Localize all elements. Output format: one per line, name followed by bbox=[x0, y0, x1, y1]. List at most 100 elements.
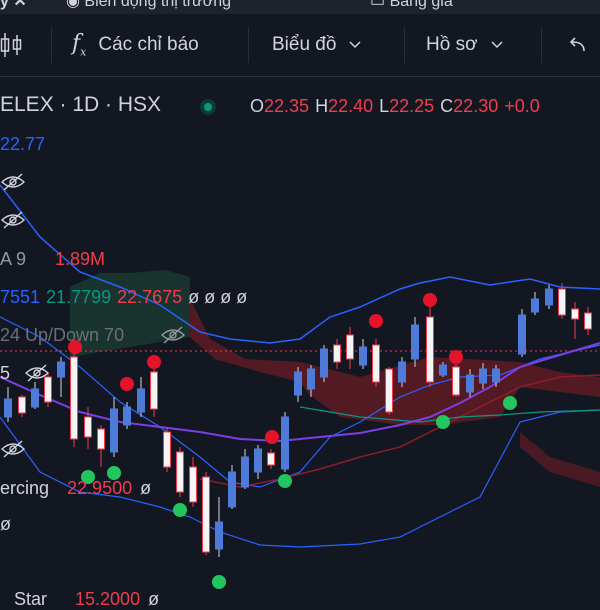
candlestick bbox=[545, 285, 553, 309]
candle-body bbox=[123, 406, 131, 426]
candlestick bbox=[123, 402, 131, 429]
eye-off-icon[interactable] bbox=[0, 172, 26, 192]
candle-body bbox=[333, 344, 341, 363]
candlestick bbox=[202, 472, 210, 555]
indicators-button[interactable]: fx Các chỉ báo bbox=[72, 14, 199, 76]
candle-body bbox=[466, 374, 474, 393]
candlestick bbox=[281, 412, 289, 472]
indicators-label: Các chỉ báo bbox=[98, 34, 199, 55]
profile-menu-label: Hồ sơ bbox=[426, 34, 478, 55]
chevron-down-icon bbox=[349, 41, 361, 49]
chart-area[interactable]: ELEX · 1D · HSX O22.35 H22.40 L22.25 C22.30… bbox=[0, 77, 600, 609]
piercing-na: ø bbox=[140, 478, 152, 498]
candlestick bbox=[359, 339, 367, 369]
tab-active[interactable]: y ✕ bbox=[0, 0, 27, 11]
ichimoku-cloud-red-low bbox=[520, 432, 600, 487]
candlestick bbox=[531, 292, 539, 315]
ma-value: 22.77 bbox=[0, 134, 46, 154]
candle-body bbox=[492, 368, 500, 383]
profile-menu-button[interactable]: Hồ sơ bbox=[426, 14, 504, 76]
sell-signal-dot bbox=[120, 377, 134, 391]
candle-body bbox=[307, 368, 315, 390]
candlestick bbox=[110, 397, 118, 457]
candlestick bbox=[97, 425, 105, 467]
indicator-marker: ø bbox=[0, 514, 11, 534]
candlestick bbox=[346, 327, 354, 369]
bb-value-3: 22.7675 bbox=[117, 287, 183, 307]
candlestick bbox=[411, 317, 419, 367]
sell-signal-dot bbox=[147, 355, 161, 369]
chart-type-button[interactable] bbox=[0, 14, 24, 76]
candle-body bbox=[163, 431, 171, 468]
high-value: 22.40 bbox=[328, 96, 374, 116]
candlestick bbox=[228, 465, 236, 509]
candle-body bbox=[228, 471, 236, 508]
candlestick bbox=[385, 367, 393, 415]
sell-signal-dot bbox=[449, 350, 463, 364]
candle-body bbox=[571, 308, 579, 320]
candlestick bbox=[4, 387, 12, 422]
candlestick bbox=[426, 305, 434, 387]
chart-toolbar: fx Các chỉ báo Biểu đồ Hồ sơ bbox=[0, 14, 600, 77]
piercing-value: 22.9500 bbox=[67, 478, 133, 498]
eye-off-icon[interactable] bbox=[0, 439, 26, 459]
low-value: 22.25 bbox=[389, 96, 435, 116]
candle-body bbox=[57, 361, 65, 378]
change-value: +0.0 bbox=[504, 96, 540, 116]
sell-signal-dot bbox=[265, 430, 279, 444]
candle-body bbox=[584, 312, 592, 330]
candle-body bbox=[320, 348, 328, 378]
bb-na: ø ø ø ø bbox=[188, 287, 248, 307]
function-icon: fx bbox=[72, 31, 87, 59]
toolbar-divider bbox=[51, 27, 52, 63]
candle-body bbox=[439, 364, 447, 376]
candle-body bbox=[18, 396, 26, 414]
candle-body bbox=[346, 334, 354, 360]
candlestick bbox=[241, 449, 249, 489]
eye-off-icon[interactable] bbox=[160, 325, 186, 345]
close-label: C bbox=[440, 96, 454, 116]
candle-body bbox=[359, 346, 367, 366]
candle-body bbox=[150, 371, 158, 410]
candlestick bbox=[189, 457, 197, 507]
candlestick bbox=[518, 309, 526, 357]
chart-menu-button[interactable]: Biểu đồ bbox=[272, 14, 362, 76]
piercing-legend: ercing 22.9500 ø bbox=[0, 478, 151, 499]
candlestick bbox=[163, 427, 171, 472]
candle-body bbox=[518, 314, 526, 355]
candle-body bbox=[215, 521, 223, 550]
toolbar-divider bbox=[404, 27, 405, 63]
candle-body bbox=[411, 324, 419, 360]
candlestick bbox=[333, 339, 341, 369]
tab-market-movers[interactable]: ◉ Biến động thị trường bbox=[66, 0, 231, 11]
candlestick bbox=[31, 382, 39, 409]
candlestick bbox=[57, 357, 65, 397]
open-label: O bbox=[250, 96, 265, 116]
sell-signal-dot bbox=[369, 314, 383, 328]
open-value: 22.35 bbox=[264, 96, 310, 116]
candle-body bbox=[241, 456, 249, 488]
chevron-down-icon bbox=[491, 41, 503, 49]
star-label: Star bbox=[14, 589, 48, 609]
candle-body bbox=[281, 416, 289, 470]
buy-signal-dot bbox=[278, 474, 292, 488]
candle-body bbox=[137, 388, 145, 413]
candle-body bbox=[372, 344, 380, 383]
candlestick bbox=[584, 307, 592, 335]
candle-body bbox=[398, 361, 406, 383]
indicator-five-label: 5 bbox=[0, 363, 11, 383]
candlestick bbox=[558, 283, 566, 319]
tab-price-board[interactable]: ▭ Bảng giá bbox=[370, 0, 453, 11]
candle-body bbox=[267, 452, 275, 466]
candle-body bbox=[254, 448, 262, 473]
undo-button[interactable] bbox=[566, 14, 588, 76]
bollinger-values: 7551 21.7799 22.7675 ø ø ø ø bbox=[0, 287, 247, 308]
eye-off-icon[interactable] bbox=[24, 363, 50, 383]
buy-signal-dot bbox=[503, 396, 517, 410]
tab-icon: ◉ bbox=[66, 0, 85, 10]
candlestick bbox=[215, 497, 223, 557]
ohlc-values: O22.35 H22.40 L22.25 C22.30 +0.0 bbox=[250, 96, 540, 117]
volume-ma-label: A 9 bbox=[0, 249, 27, 269]
eye-off-icon[interactable] bbox=[0, 210, 26, 230]
candlestick bbox=[372, 339, 380, 387]
